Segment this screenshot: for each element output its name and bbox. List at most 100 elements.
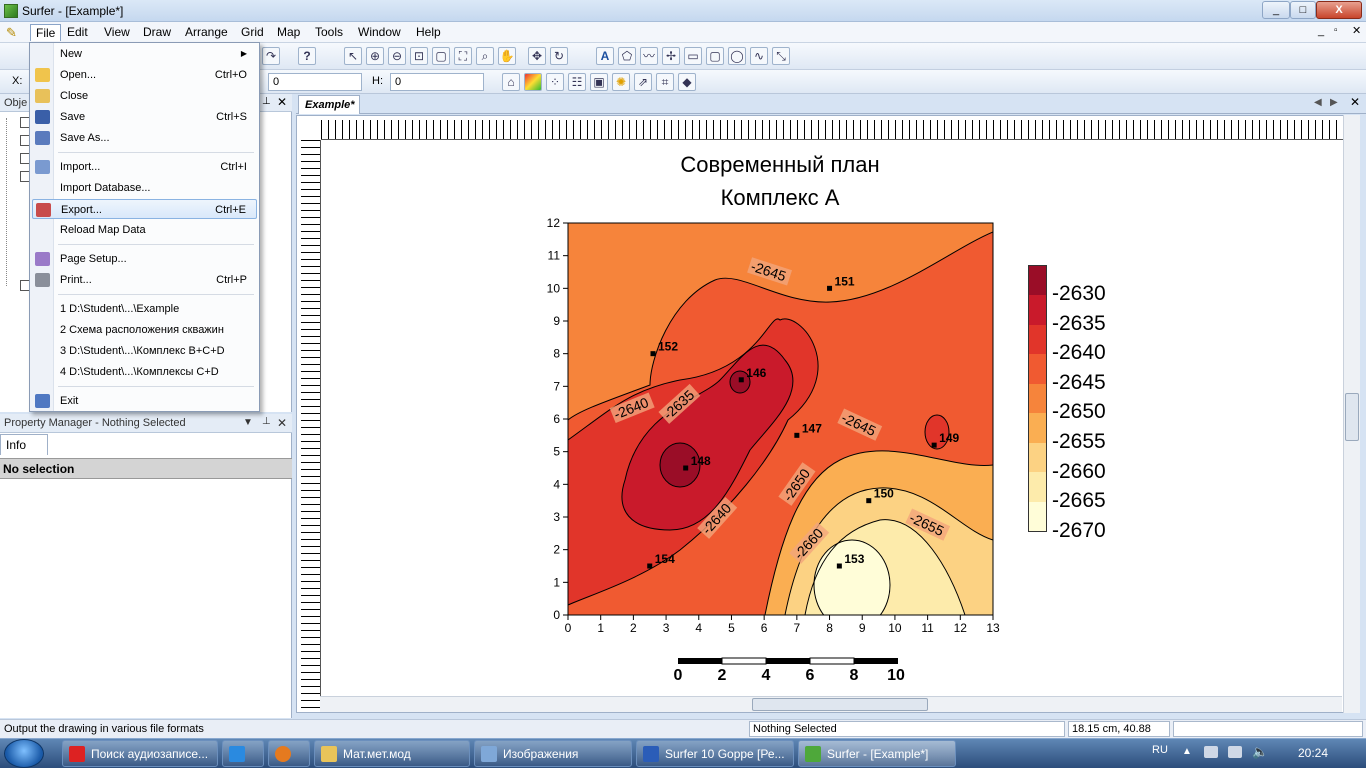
menu-item-print[interactable]: Print... Ctrl+P [32,270,257,290]
menu-tools[interactable]: Tools [310,24,348,41]
rotate-icon[interactable]: ↻ [550,47,568,65]
color-scale-bar[interactable] [1028,265,1047,532]
mdi-restore-icon[interactable]: ▫ [1334,25,1338,36]
close-button[interactable]: X [1316,1,1362,19]
maximize-button[interactable]: □ [1290,1,1316,19]
task-firefox[interactable] [268,740,310,767]
vertical-scrollbar[interactable] [1343,115,1360,713]
menu-item-open[interactable]: Open... Ctrl+O [32,65,257,85]
pan-hand-icon[interactable]: ✋ [498,47,516,65]
mdi-doc-icon[interactable]: ✎ [6,25,24,40]
menu-item-recent-2[interactable]: 2 Схема расположения скважин [32,320,257,340]
image-map-icon[interactable]: ▣ [590,73,608,91]
tab-scroll-left-icon[interactable]: ◀ [1314,97,1322,108]
menu-item-save-as[interactable]: Save As... [32,128,257,148]
pin-icon[interactable]: ⊥ [262,416,271,427]
task-ie[interactable] [222,740,264,767]
polyline-tool-icon[interactable]: 〰 [640,47,658,65]
reshape-tool-icon[interactable]: ⤡ [772,47,790,65]
menu-item-import-database[interactable]: Import Database... [32,178,257,198]
task-images[interactable]: Изображения [474,740,632,767]
classed-post-icon[interactable]: ☷ [568,73,586,91]
clock[interactable]: 20:24 [1298,746,1328,760]
well-marker[interactable] [683,465,689,471]
tray-network-icon[interactable] [1204,746,1218,758]
spline-tool-icon[interactable]: ∿ [750,47,768,65]
well-marker[interactable] [827,285,833,291]
distance-scale-bar[interactable]: 0 2 4 6 8 10 [670,655,910,685]
menu-file[interactable]: File [30,24,62,41]
menu-item-reload[interactable]: Reload Map Data [32,220,257,240]
menu-item-new[interactable]: New ▶ [32,44,257,64]
well-marker[interactable] [738,377,744,383]
zoom-out-icon[interactable]: ⊖ [388,47,406,65]
menu-item-recent-1[interactable]: 1 D:\Student\...\Example [32,299,257,319]
menu-item-recent-3[interactable]: 3 D:\Student\...\Комплекс В+С+D [32,341,257,361]
well-marker[interactable] [794,432,800,438]
vector-map-icon[interactable]: ⇗ [634,73,652,91]
menu-help[interactable]: Help [411,24,446,41]
menu-grid[interactable]: Grid [236,24,269,41]
menu-view[interactable]: View [99,24,135,41]
tab-info[interactable]: Info [0,434,48,455]
start-button[interactable] [4,739,44,768]
well-marker[interactable] [931,442,937,448]
zoom-in-icon[interactable]: ⊕ [366,47,384,65]
contour-map[interactable]: 0 1 2 3 4 5 6 7 8 9 10 11 12 130123456789101112 15115… [530,210,1010,635]
panel-close-icon[interactable]: ✕ [277,95,287,109]
horizontal-scroll-thumb[interactable] [752,698,928,711]
help-icon[interactable]: ? [298,47,316,65]
zoom-fit-icon[interactable]: ⛶ [454,47,472,65]
task-word[interactable]: Surfer 10 Goppe [Ре... [636,740,794,767]
zoom-selected-icon[interactable]: ⌕ [476,47,494,65]
select-arrow-icon[interactable]: ↖ [344,47,362,65]
dropdown-icon[interactable]: ▼ [243,417,253,428]
language-indicator[interactable]: RU [1152,744,1168,756]
menu-item-page-setup[interactable]: Page Setup... [32,249,257,269]
polygon-tool-icon[interactable]: ⬠ [618,47,636,65]
well-marker[interactable] [836,563,842,569]
tray-arrow-icon[interactable]: ▲ [1182,746,1192,757]
well-marker[interactable] [647,563,653,569]
pin-icon[interactable]: ⊥ [262,96,271,107]
menu-item-close[interactable]: Close [32,86,257,106]
surface-map-icon[interactable]: ◆ [678,73,696,91]
ellipse-tool-icon[interactable]: ◯ [728,47,746,65]
task-opera[interactable]: Поиск аудиозаписе... [62,740,218,767]
symbol-tool-icon[interactable]: ✢ [662,47,680,65]
zoom-rect-icon[interactable]: ⊡ [410,47,428,65]
well-marker[interactable] [866,498,872,504]
rectangle-tool-icon[interactable]: ▭ [684,47,702,65]
height-field[interactable]: 0 [390,73,484,91]
tab-scroll-right-icon[interactable]: ▶ [1330,97,1338,108]
post-map-icon[interactable]: ⁘ [546,73,564,91]
menu-map[interactable]: Map [272,24,305,41]
rounded-rect-tool-icon[interactable]: ▢ [706,47,724,65]
menu-item-export[interactable]: Export... Ctrl+E [32,199,257,219]
document-close-icon[interactable]: ✕ [1350,95,1360,109]
menu-arrange[interactable]: Arrange [180,24,233,41]
redo-icon[interactable]: ↷ [262,47,280,65]
contour-map-icon[interactable] [524,73,542,91]
vertical-scroll-thumb[interactable] [1345,393,1359,441]
menu-item-save[interactable]: Save Ctrl+S [32,107,257,127]
tray-flag-icon[interactable] [1228,746,1242,758]
menu-item-import[interactable]: Import... Ctrl+I [32,157,257,177]
base-map-icon[interactable]: ⌂ [502,73,520,91]
menu-draw[interactable]: Draw [138,24,176,41]
volume-icon[interactable]: 🔈 [1252,744,1268,760]
y-position-field[interactable]: 0 [268,73,362,91]
panel-close-icon[interactable]: ✕ [277,416,287,430]
task-folder-matmet[interactable]: Мат.мет.мод [314,740,470,767]
text-tool-icon[interactable]: A [596,47,614,65]
menu-item-exit[interactable]: Exit [32,391,257,411]
wireframe-icon[interactable]: ⌗ [656,73,674,91]
well-marker[interactable] [650,351,656,357]
mdi-minimize-icon[interactable]: _ [1318,25,1324,37]
menu-item-recent-4[interactable]: 4 D:\Student\...\Комплексы С+D [32,362,257,382]
tab-example[interactable]: Example* [298,95,360,114]
menu-window[interactable]: Window [353,24,406,41]
minimize-button[interactable]: _ [1262,1,1290,19]
zoom-page-icon[interactable]: ▢ [432,47,450,65]
shaded-relief-icon[interactable]: ✺ [612,73,630,91]
